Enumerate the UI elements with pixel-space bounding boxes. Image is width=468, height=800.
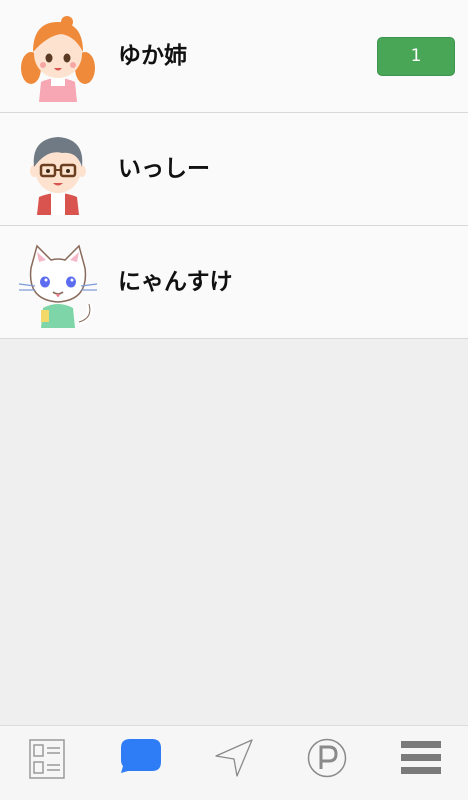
tab-points[interactable]: [279, 726, 372, 800]
contact-row-isshi[interactable]: いっしー: [0, 113, 468, 226]
list-document-icon: [29, 739, 65, 779]
tab-list[interactable]: [0, 726, 93, 800]
contact-name: にゃんすけ: [118, 269, 233, 295]
tab-chat[interactable]: [93, 726, 186, 800]
girl-avatar-icon: [17, 12, 99, 102]
cat-avatar-icon: [17, 238, 99, 328]
parking-p-icon: [307, 738, 347, 778]
send-arrow-icon: [215, 739, 253, 777]
tab-menu[interactable]: [372, 726, 465, 800]
contact-row-nyansuke[interactable]: にゃんすけ: [0, 226, 468, 339]
chat-bubble-icon: [121, 739, 161, 773]
contact-name: いっしー: [118, 156, 210, 182]
contact-row-yuka[interactable]: ゆか姉 1: [0, 0, 468, 113]
glasses-boy-avatar-icon: [17, 125, 99, 215]
tab-send[interactable]: [186, 726, 279, 800]
bottom-tab-bar: [0, 725, 468, 800]
contact-list: ゆか姉 1 いっしー にゃんすけ: [0, 0, 468, 339]
unread-count-badge: 1: [377, 37, 455, 76]
hamburger-menu-icon: [401, 741, 441, 774]
screen: ゆか姉 1 いっしー にゃんすけ: [0, 0, 468, 800]
contact-name: ゆか姉: [118, 43, 187, 69]
